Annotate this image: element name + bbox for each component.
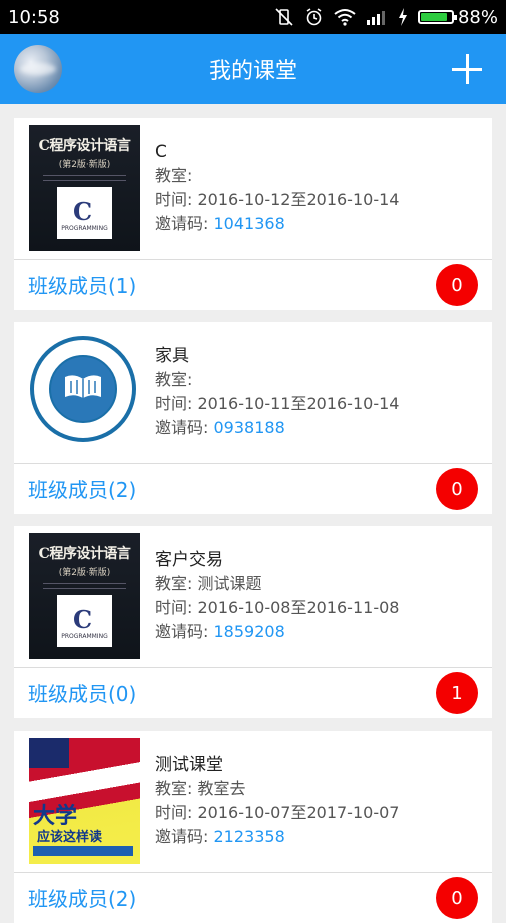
class-invite: 邀请码: 2123358 <box>155 825 399 849</box>
class-card-body[interactable]: 大学 应该这样读 测试课堂 教室: 教室去 时间: 2016-10-07至201… <box>14 731 492 872</box>
class-info: 家具 教室: 时间: 2016-10-11至2016-10-14 邀请码: 09… <box>155 344 399 440</box>
class-time: 时间: 2016-10-12至2016-10-14 <box>155 190 400 209</box>
invite-label: 邀请码: <box>155 827 209 846</box>
class-name: 家具 <box>155 346 189 366</box>
class-info: 客户交易 教室: 测试课题 时间: 2016-10-08至2016-11-08 … <box>155 548 399 644</box>
class-name: 测试课堂 <box>155 755 223 775</box>
class-card[interactable]: C程序设计语言 (第2版·新版) C PROGRAMMING C 教室: 时间: … <box>14 118 492 310</box>
class-room: 教室: <box>155 370 193 389</box>
class-name: C <box>155 142 167 162</box>
class-room: 教室: 测试课题 <box>155 574 262 593</box>
class-members-link[interactable]: 班级成员(2) <box>28 474 136 503</box>
battery-indicator: 88% <box>417 6 498 28</box>
battery-icon <box>417 10 457 24</box>
invite-code: 2123358 <box>213 827 285 846</box>
divider <box>14 259 492 260</box>
status-time: 10:58 <box>8 6 60 28</box>
app-bar: 我的课堂 <box>0 34 506 104</box>
class-time: 时间: 2016-10-07至2017-10-07 <box>155 803 400 822</box>
class-members-link[interactable]: 班级成员(0) <box>28 678 136 707</box>
class-info: C 教室: 时间: 2016-10-12至2016-10-14 邀请码: 104… <box>155 140 399 236</box>
signal-icon <box>366 11 385 25</box>
class-card-body[interactable]: C程序设计语言 (第2版·新版) C PROGRAMMING C 教室: 时间: … <box>14 118 492 259</box>
class-card[interactable]: C程序设计语言 (第2版·新版) C PROGRAMMING 客户交易 教室: 测… <box>14 526 492 718</box>
divider <box>14 872 492 873</box>
unread-badge: 0 <box>436 877 478 919</box>
battery-percent: 88% <box>457 6 498 28</box>
invite-code: 0938188 <box>213 418 285 437</box>
invite-label: 邀请码: <box>155 622 209 641</box>
class-invite: 邀请码: 1041368 <box>155 212 399 236</box>
alarm-icon <box>306 8 322 26</box>
invite-label: 邀请码: <box>155 418 209 437</box>
add-class-button[interactable] <box>452 54 482 84</box>
unread-badge: 1 <box>436 672 478 714</box>
class-members-link[interactable]: 班级成员(2) <box>28 883 136 912</box>
class-time: 时间: 2016-10-11至2016-10-14 <box>155 394 400 413</box>
invite-code: 1041368 <box>213 214 285 233</box>
class-card-body[interactable]: 家具 教室: 时间: 2016-10-11至2016-10-14 邀请码: 09… <box>14 322 492 463</box>
divider <box>14 667 492 668</box>
class-card-body[interactable]: C程序设计语言 (第2版·新版) C PROGRAMMING 客户交易 教室: 测… <box>14 526 492 667</box>
unread-badge: 0 <box>436 468 478 510</box>
invite-code: 1859208 <box>213 622 285 641</box>
c-programming-book-cover: C程序设计语言 (第2版·新版) C PROGRAMMING <box>29 533 140 659</box>
divider <box>14 463 492 464</box>
vibrate-off-icon <box>275 8 293 26</box>
class-room: 教室: 教室去 <box>155 779 246 798</box>
status-bar: 10:58 88% <box>0 0 506 34</box>
university-book-cover: 大学 应该这样读 <box>29 738 140 864</box>
status-icons: 88% <box>274 7 498 28</box>
page-title: 我的课堂 <box>208 59 297 84</box>
wifi-icon <box>334 9 356 26</box>
c-programming-book-cover: C程序设计语言 (第2版·新版) C PROGRAMMING <box>29 125 140 251</box>
unread-badge: 0 <box>436 264 478 306</box>
class-invite: 邀请码: 1859208 <box>155 620 399 644</box>
class-card[interactable]: 大学 应该这样读 测试课堂 教室: 教室去 时间: 2016-10-07至201… <box>14 731 492 923</box>
class-invite: 邀请码: 0938188 <box>155 416 399 440</box>
class-room: 教室: <box>155 166 193 185</box>
class-members-link[interactable]: 班级成员(1) <box>28 270 136 299</box>
invite-label: 邀请码: <box>155 214 209 233</box>
avatar[interactable] <box>14 45 62 93</box>
class-name: 客户交易 <box>155 550 223 570</box>
class-card[interactable]: 家具 教室: 时间: 2016-10-11至2016-10-14 邀请码: 09… <box>14 322 492 514</box>
charging-icon <box>398 8 407 26</box>
class-info: 测试课堂 教室: 教室去 时间: 2016-10-07至2017-10-07 邀… <box>155 753 399 849</box>
innovation-education-logo <box>29 329 140 455</box>
class-time: 时间: 2016-10-08至2016-11-08 <box>155 598 400 617</box>
